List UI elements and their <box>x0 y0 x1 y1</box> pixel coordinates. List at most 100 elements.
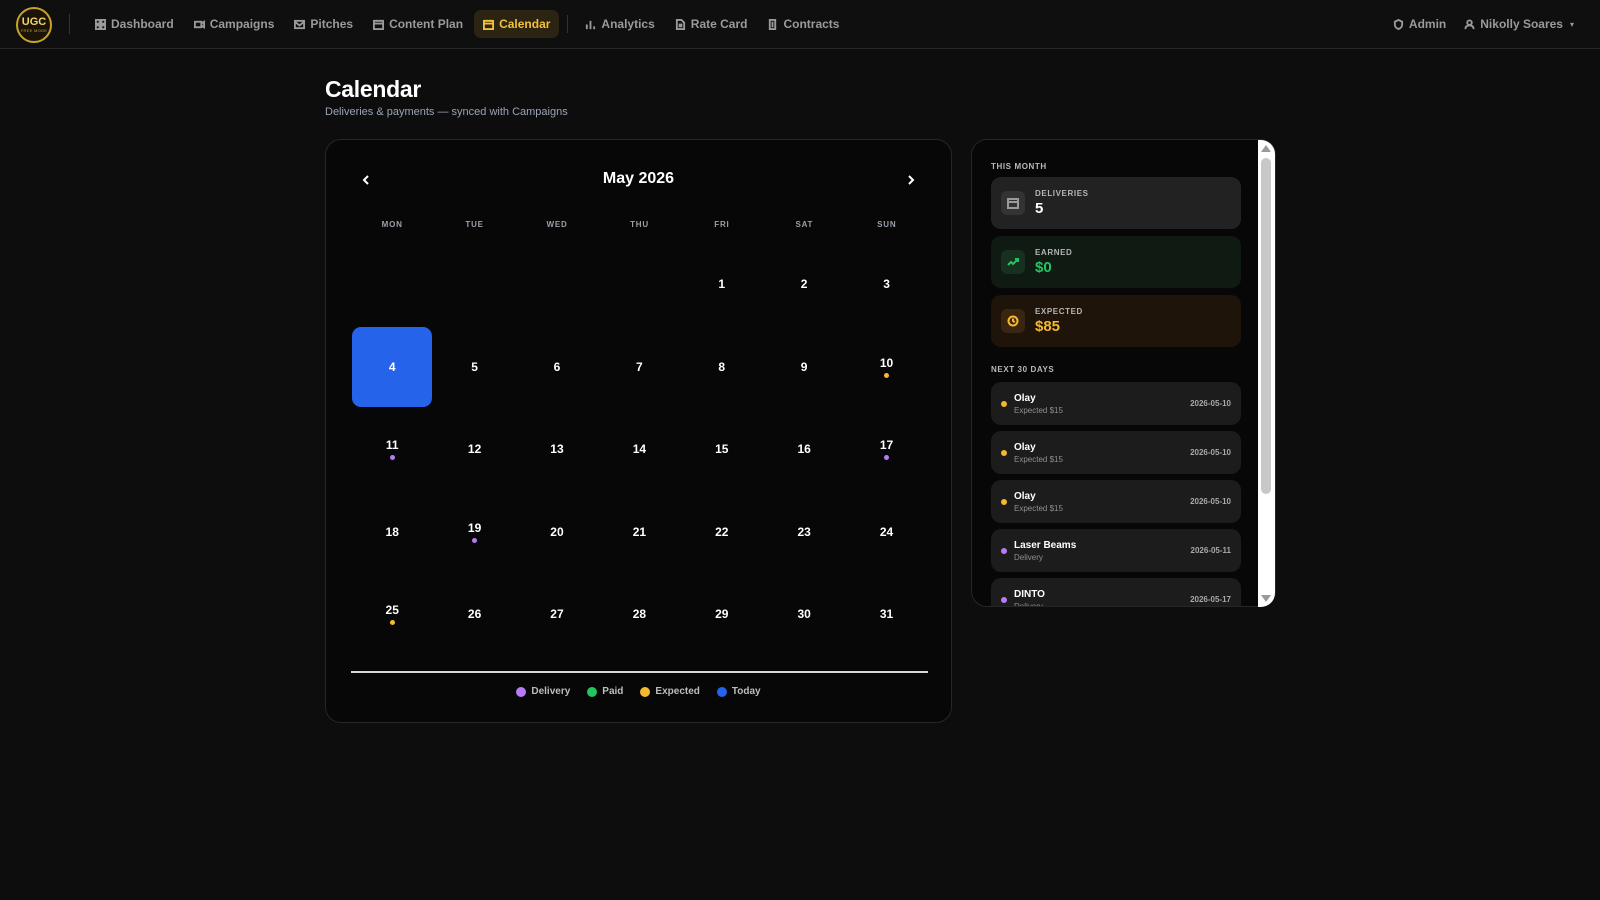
document-icon <box>675 18 685 30</box>
day-cell[interactable]: 7 <box>599 327 679 408</box>
weekday-label: FRI <box>714 220 730 229</box>
logo-subtext: FREE MODE <box>20 28 48 33</box>
brand-logo[interactable]: UGC FREE MODE <box>16 7 52 43</box>
day-cell[interactable]: 19 <box>434 492 514 573</box>
day-cell[interactable]: 12 <box>434 409 514 490</box>
day-cell[interactable]: 27 <box>517 574 597 655</box>
day-number: 13 <box>550 442 564 457</box>
weekday-label: THU <box>630 220 649 229</box>
calendar-icon <box>373 19 385 30</box>
day-cell[interactable]: 23 <box>764 492 844 573</box>
legend-label: Delivery <box>531 686 571 697</box>
day-number: 14 <box>632 442 647 457</box>
user-nav: Admin Nikolly Soares ▾ <box>1393 10 1574 38</box>
day-number: 1 <box>718 277 726 292</box>
upcoming-item-detail: Expected $15 <box>1014 503 1063 513</box>
nav-dashboard[interactable]: Dashboard <box>86 10 183 38</box>
divider <box>567 15 569 33</box>
day-number: 15 <box>715 442 729 457</box>
expected-marker-dot <box>1001 498 1007 505</box>
upcoming-item-date: 2026-05-10 <box>1190 448 1231 457</box>
clock-icon <box>1001 309 1025 333</box>
day-cell[interactable]: 8 <box>682 327 762 408</box>
day-cell[interactable]: 29 <box>682 574 762 655</box>
upcoming-item-detail: Delivery <box>1014 601 1043 607</box>
expected-marker-dot <box>1001 449 1007 456</box>
nav-rate-card[interactable]: Rate Card <box>666 10 757 38</box>
day-cell[interactable]: 18 <box>352 492 432 573</box>
day-cell[interactable]: 13 <box>517 409 597 490</box>
day-cell[interactable]: 31 <box>846 574 926 655</box>
nav-label: Admin <box>1408 17 1447 31</box>
upcoming-item-text: Olay Expected $15 <box>1014 393 1190 415</box>
upcoming-item[interactable]: Olay Expected $15 2026-05-10 <box>991 382 1241 425</box>
day-cell[interactable]: 14 <box>599 409 679 490</box>
upcoming-item-name: Olay <box>1014 392 1036 404</box>
day-cell[interactable]: 30 <box>764 574 844 655</box>
empty-day-cell <box>599 244 679 325</box>
upcoming-item[interactable]: Olay Expected $15 2026-05-10 <box>991 480 1241 523</box>
next-month-button[interactable] <box>901 170 921 190</box>
weekday-label: SUN <box>877 220 897 229</box>
day-cell[interactable]: 1 <box>682 244 762 325</box>
day-cell[interactable]: 28 <box>599 574 679 655</box>
day-cell[interactable]: 20 <box>517 492 597 573</box>
day-number: 5 <box>471 359 478 374</box>
nav-content-plan[interactable]: Content Plan <box>364 10 472 38</box>
upcoming-item-detail: Expected $15 <box>1014 454 1063 464</box>
scrollbar-thumb[interactable] <box>1261 158 1271 494</box>
day-number: 2 <box>800 277 808 292</box>
upcoming-item[interactable]: Laser Beams Delivery 2026-05-11 <box>991 529 1241 572</box>
day-cell[interactable]: 17 <box>846 409 926 490</box>
nav-label: Analytics <box>601 17 655 31</box>
delivery-marker-dot <box>1001 547 1007 554</box>
day-cell-today[interactable]: 4 <box>352 326 433 407</box>
nav-admin[interactable]: Admin <box>1393 10 1446 38</box>
upcoming-item-detail: Expected $15 <box>1014 405 1063 415</box>
scroll-down-arrow[interactable] <box>1261 595 1271 602</box>
day-cell[interactable]: 6 <box>517 327 597 408</box>
day-number: 3 <box>883 277 890 292</box>
day-cell[interactable]: 26 <box>434 574 514 655</box>
day-number: 12 <box>467 442 482 457</box>
contract-icon <box>769 18 777 30</box>
user-menu[interactable]: Nikolly Soares ▾ <box>1464 10 1574 38</box>
day-cell[interactable]: 24 <box>846 492 926 573</box>
divider <box>351 671 928 673</box>
empty-day-cell <box>434 244 514 325</box>
nav-campaigns[interactable]: Campaigns <box>185 10 284 38</box>
scroll-up-arrow[interactable] <box>1261 145 1271 152</box>
legend-label: Expected <box>655 686 700 697</box>
weekday-label: MON <box>381 220 403 229</box>
day-cell[interactable]: 9 <box>764 327 844 408</box>
day-cell[interactable]: 10 <box>846 327 926 408</box>
day-number: 27 <box>550 607 564 622</box>
day-cell[interactable]: 21 <box>599 492 679 573</box>
upcoming-item[interactable]: DINTO Delivery 2026-05-17 <box>991 578 1241 607</box>
mail-icon <box>294 19 306 29</box>
nav-analytics[interactable]: Analytics <box>576 10 663 38</box>
day-cell[interactable]: 11 <box>352 409 432 490</box>
day-number: 28 <box>632 607 647 622</box>
scrollbar[interactable] <box>1258 140 1275 607</box>
day-cell[interactable]: 22 <box>682 492 762 573</box>
legend-label: Paid <box>602 686 624 697</box>
nav-calendar[interactable]: Calendar <box>474 10 560 38</box>
day-number: 8 <box>718 359 726 374</box>
user-icon <box>1464 18 1475 29</box>
day-cell[interactable]: 3 <box>846 244 926 325</box>
legend-item-delivery: Delivery <box>516 686 570 697</box>
upcoming-item[interactable]: Olay Expected $15 2026-05-10 <box>991 431 1241 474</box>
logo-text: UGC <box>21 16 47 28</box>
day-number: 9 <box>800 359 808 374</box>
calendar-grid: 1 2 3 4 5 6 7 8 9 10 11 12 13 14 15 16 17 18 19 20 21 22 23 24 2… <box>351 243 928 656</box>
day-cell[interactable]: 15 <box>682 409 762 490</box>
day-cell[interactable]: 5 <box>434 327 514 408</box>
weekday-label: WED <box>546 220 568 229</box>
page-title: Calendar <box>325 76 422 102</box>
day-cell[interactable]: 2 <box>764 244 844 325</box>
nav-pitches[interactable]: Pitches <box>285 10 362 38</box>
day-cell[interactable]: 25 <box>352 574 432 655</box>
day-cell[interactable]: 16 <box>764 409 844 490</box>
nav-contracts[interactable]: Contracts <box>758 10 848 38</box>
